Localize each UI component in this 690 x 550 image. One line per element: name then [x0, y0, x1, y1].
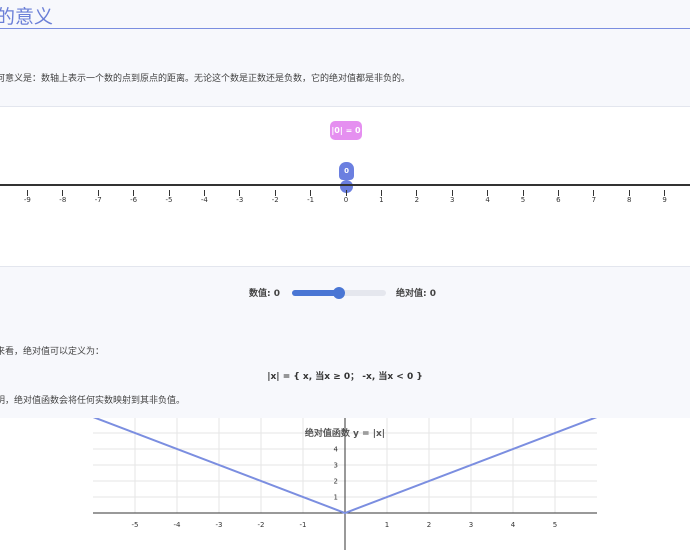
slider-fill: [292, 290, 339, 296]
y-tick-label: 4: [334, 446, 339, 454]
value-label: 数值: 0: [249, 289, 280, 299]
x-tick-label: 3: [469, 521, 473, 529]
number-line-tick-label: -9: [23, 196, 31, 204]
definition-text: 来看，绝对值可以定义为：: [0, 347, 105, 357]
page-title: 的意义: [0, 6, 54, 28]
number-line-tick-label: 7: [591, 196, 597, 204]
abs-value-readout: 绝对值: 0: [396, 289, 436, 299]
number-line-tick-label: 1: [379, 196, 384, 204]
y-tick-label: 2: [334, 478, 338, 486]
definition-note: 明，绝对值函数会将任何实数映射到其非负值。: [0, 396, 186, 406]
number-line-tick-label: -5: [165, 196, 173, 204]
value-slider[interactable]: [292, 287, 386, 299]
marker-value-pill[interactable]: 0: [339, 162, 354, 180]
number-line-tick-label: -6: [130, 196, 138, 204]
value-controls: 数值: 0 绝对值: 0: [0, 286, 690, 300]
x-tick-label: -2: [258, 521, 265, 529]
plot-svg: -5 -4 -3 -2 -1 1 2 3 4 5 1 2 3 4 绝对值函数 y = |x|: [92, 418, 598, 550]
number-line-tick-label: 4: [485, 196, 490, 204]
number-line-tick-label: 3: [449, 196, 455, 204]
x-tick-label: 1: [385, 521, 389, 529]
number-line-tick-label: -1: [307, 196, 315, 204]
y-tick-label: 3: [334, 462, 338, 470]
slider-thumb[interactable]: [333, 287, 345, 299]
definition-formula: |x| = { x, 当x ≥ 0； -x, 当x < 0 }: [267, 372, 423, 382]
x-tick-label: -4: [174, 521, 182, 529]
number-line-tick-label: 0: [343, 196, 349, 204]
intro-text: 何意义是：数轴上表示一个数的点到原点的距离。无论这个数是正数还是负数，它的绝对值…: [0, 74, 411, 84]
number-line-tick-label: -4: [200, 196, 208, 204]
number-line-tick-label: -3: [236, 196, 244, 204]
y-tick-label: 1: [334, 494, 338, 502]
number-line-tick-label: -8: [59, 196, 67, 204]
chart-title: 绝对值函数 y = |x|: [305, 427, 385, 439]
number-line-axis: [0, 184, 690, 186]
x-tick-label: -1: [300, 521, 307, 529]
x-tick-label: 4: [511, 521, 516, 529]
x-tick-label: 2: [427, 521, 431, 529]
number-line-tick-label: 8: [626, 196, 632, 204]
abs-function-plot: -5 -4 -3 -2 -1 1 2 3 4 5 1 2 3 4 绝对值函数 y = |x|: [0, 418, 690, 550]
number-line-tick-label: -7: [94, 196, 102, 204]
x-tick-label: -3: [216, 521, 223, 529]
x-tick-label: 5: [553, 521, 557, 529]
number-line-tick-label: -2: [271, 196, 279, 204]
abs-value-label: |0| = 0: [330, 121, 362, 140]
number-line-tick-label: 2: [414, 196, 420, 204]
title-divider: [0, 28, 690, 29]
x-tick-label: -5: [132, 521, 139, 529]
number-line-tick-label: 5: [520, 196, 526, 204]
number-line-tick-label: 9: [662, 196, 667, 204]
marker-point[interactable]: [340, 180, 353, 193]
number-line-tick-label: 6: [556, 196, 561, 204]
